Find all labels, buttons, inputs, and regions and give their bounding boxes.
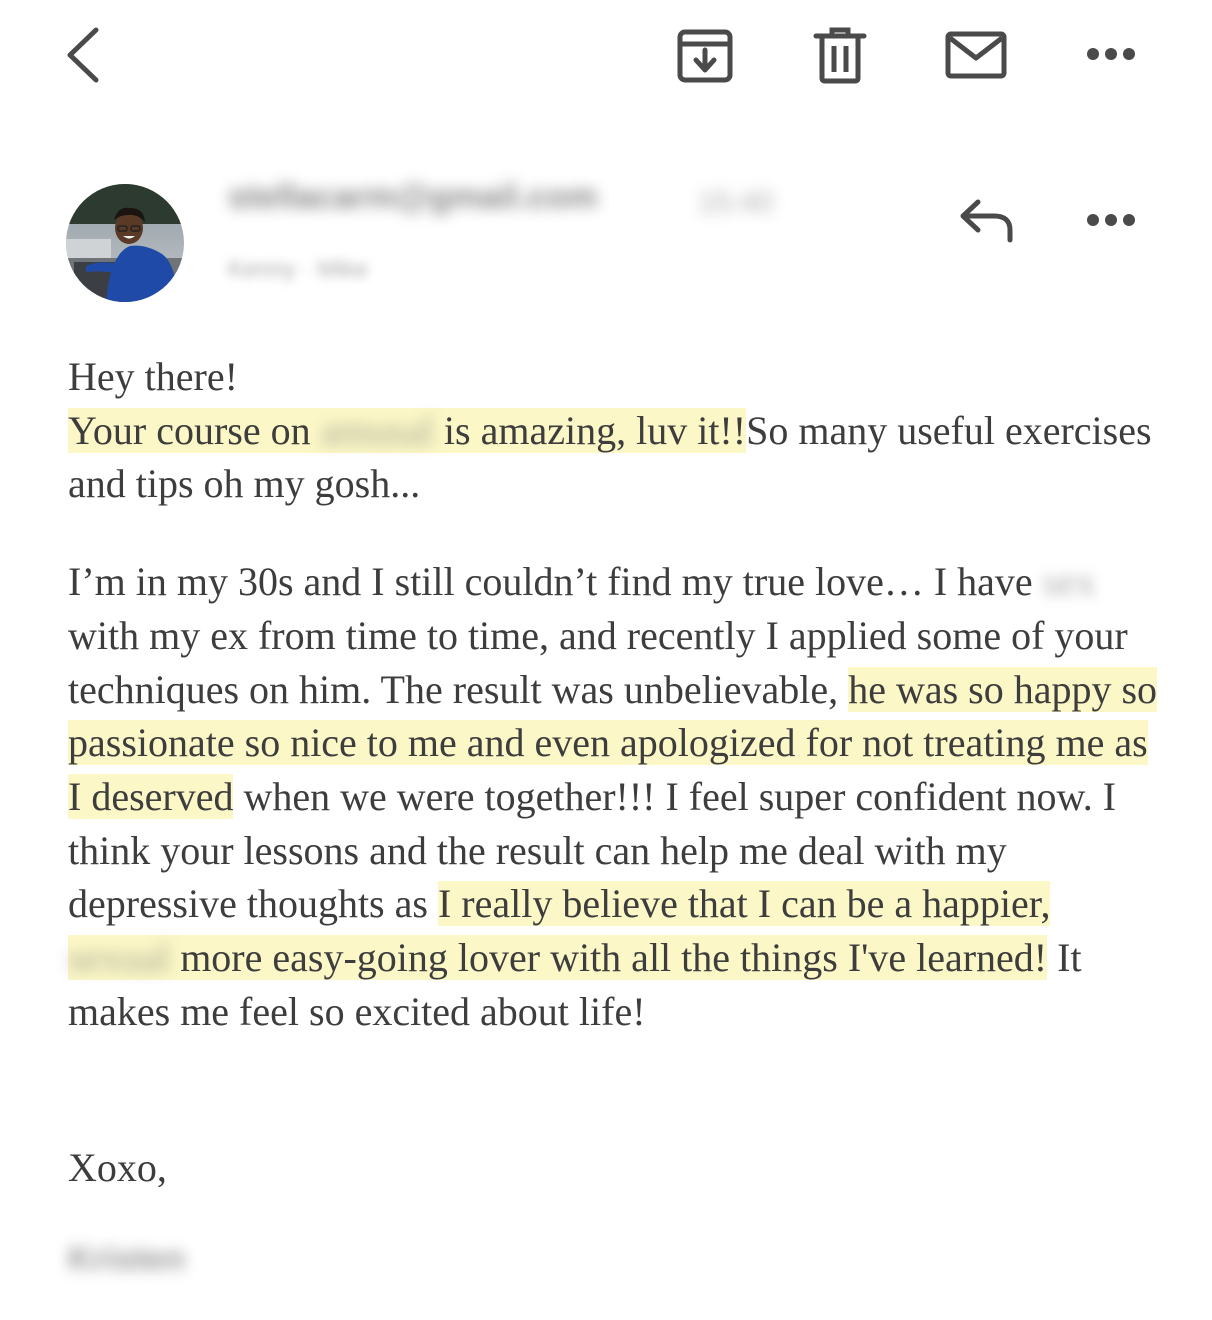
redacted-text: amusal [320,407,434,453]
archive-icon[interactable] [676,28,734,84]
paragraph-1: Your course on amusal is amazing, luv it… [68,404,1158,511]
highlight-b: is amazing, luv it!! [443,407,747,453]
recipient-list[interactable]: Kenny · Mike [228,256,368,284]
highlight-e: more easy-going lover with all the thing… [180,935,1048,981]
p2-text-1: I’m in my 30s and I still couldn’t find … [68,559,1033,605]
sender-avatar[interactable] [66,184,184,302]
signature: Kristen [68,1240,186,1278]
back-icon[interactable] [62,26,106,84]
message-body: Hey there! Your course on amusal is amaz… [68,350,1158,1038]
sender-email[interactable]: stellacarm@gmail.com [228,178,598,217]
delete-icon[interactable] [812,26,868,84]
redacted-text: sexual [68,935,171,981]
message-more-icon[interactable] [1084,210,1138,230]
paragraph-2: I’m in my 30s and I still couldn’t find … [68,555,1158,1038]
highlight-d: I really believe that I can be a happier… [437,881,1051,927]
message-time: 15:40 [698,186,774,219]
more-options-icon[interactable] [1084,44,1138,64]
redacted-text: sex [1042,559,1096,605]
signoff: Xoxo, [68,1145,167,1190]
reply-icon[interactable] [958,198,1016,244]
highlight-a: Your course on [68,407,311,453]
mail-icon[interactable] [944,30,1008,80]
greeting: Hey there! [68,354,238,399]
